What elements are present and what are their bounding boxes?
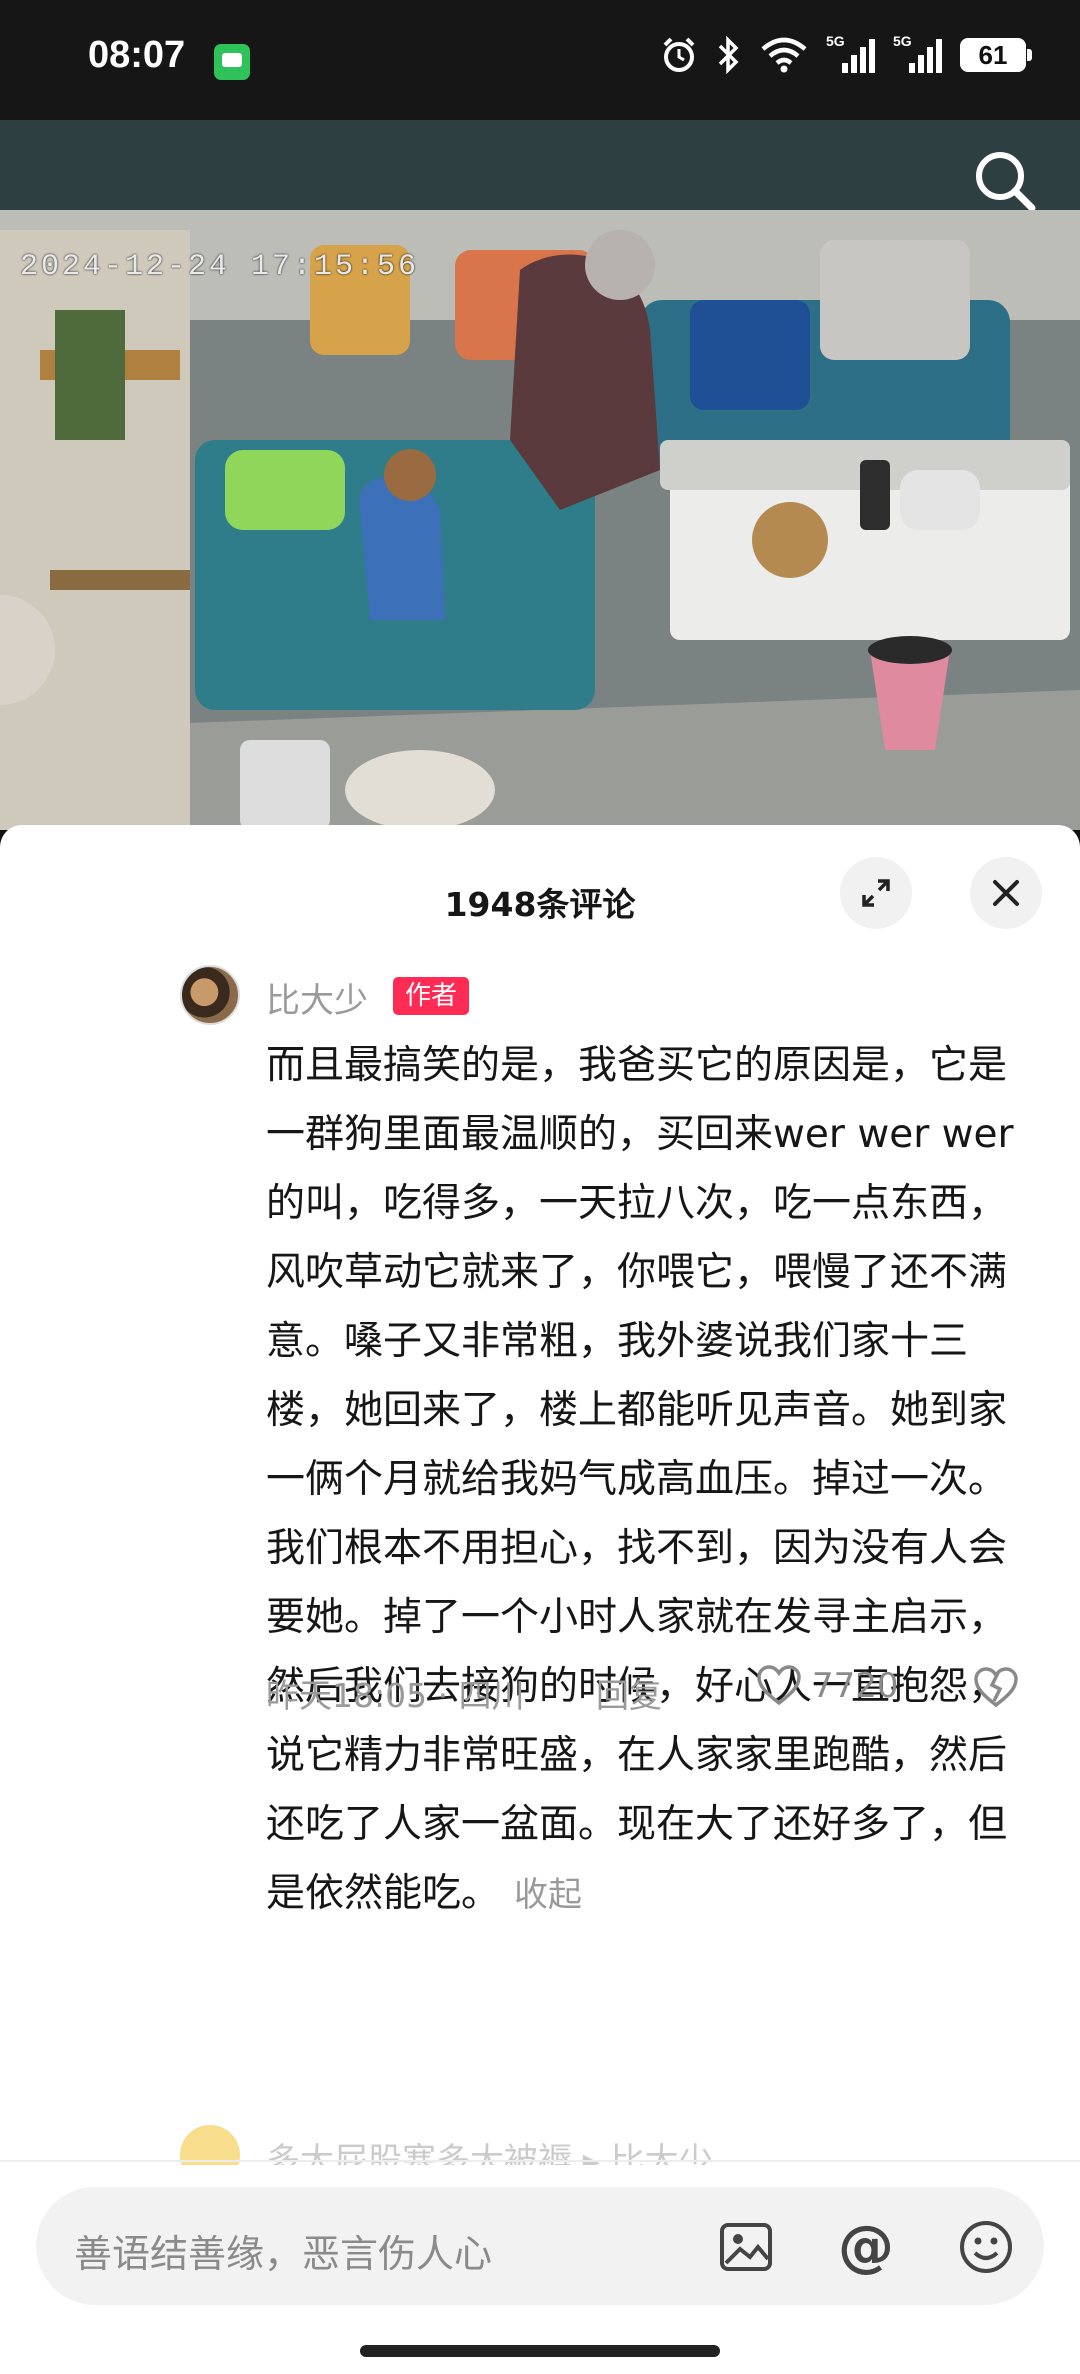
collapse-link[interactable]: 收起 — [514, 1875, 582, 1915]
author-badge: 作者 — [393, 977, 470, 1015]
comment-meta: 昨天18:05 · 四川 回复 7720 — [266, 1665, 1036, 1715]
status-bar: 08:07 5G 5G 61 — [0, 0, 1080, 120]
home-indicator[interactable] — [360, 2345, 720, 2357]
close-button[interactable] — [970, 857, 1042, 929]
message-app-icon — [214, 44, 250, 80]
avatar[interactable] — [180, 965, 240, 1025]
network-type-label: 5G — [893, 33, 912, 49]
comment-text: 而且最搞笑的是，我爸买它的原因是，它是一群狗里面最温顺的，买回来wer wer … — [266, 1031, 1032, 1930]
video-frame — [0, 210, 1080, 830]
like-count: 7720 — [812, 1666, 899, 1706]
image-icon[interactable] — [716, 2217, 776, 2277]
top-bar — [0, 120, 1080, 212]
reply-button[interactable]: 回复 — [596, 1669, 662, 1717]
comment-time-location: 昨天18:05 · 四川 — [266, 1676, 525, 1715]
wifi-icon — [761, 37, 807, 73]
status-time: 08:07 — [88, 34, 186, 76]
signal-icon: 5G — [893, 33, 942, 73]
comments-panel: 1948条评论 比大少 作者 而且最搞笑的是，我爸买它的原因是，它是一群狗里面最… — [0, 825, 1080, 2374]
signal-icon: 5G — [826, 33, 875, 73]
expand-icon — [862, 879, 890, 907]
comment-input[interactable]: 善语结善缘，恶言伤人心 @ — [36, 2187, 1044, 2305]
status-icons: 5G 5G 61 — [660, 33, 1032, 74]
like-button[interactable]: 7720 — [756, 1665, 899, 1707]
expand-button[interactable] — [840, 857, 912, 929]
alarm-icon — [663, 37, 695, 72]
divider — [0, 2160, 1080, 2162]
network-type-label: 5G — [826, 33, 845, 49]
avatar — [180, 2125, 240, 2165]
battery-icon: 61 — [960, 38, 1032, 72]
comment-body: 而且最搞笑的是，我爸买它的原因是，它是一群狗里面最温顺的，买回来wer wer … — [266, 1043, 1014, 1916]
video-timestamp: 2024-12-24 17:15:56 — [20, 250, 420, 284]
mention-icon[interactable]: @ — [836, 2217, 896, 2277]
dislike-icon[interactable] — [972, 1665, 1020, 1711]
bluetooth-icon — [718, 36, 739, 74]
video-player[interactable]: 2024-12-24 17:15:56 — [0, 210, 1080, 830]
heart-icon — [757, 1665, 801, 1706]
close-icon — [993, 880, 1019, 906]
search-icon[interactable] — [970, 146, 1040, 216]
comment-author[interactable]: 比大少 — [266, 973, 368, 1022]
comment-input-placeholder: 善语结善缘，恶言伤人心 — [74, 2232, 493, 2276]
emoji-icon[interactable] — [956, 2217, 1016, 2277]
next-comment-preview[interactable]: 多大屁股塞多大被褥 ▸ 比大少 — [180, 2125, 880, 2165]
comments-count-title: 1948条评论 — [444, 885, 636, 924]
